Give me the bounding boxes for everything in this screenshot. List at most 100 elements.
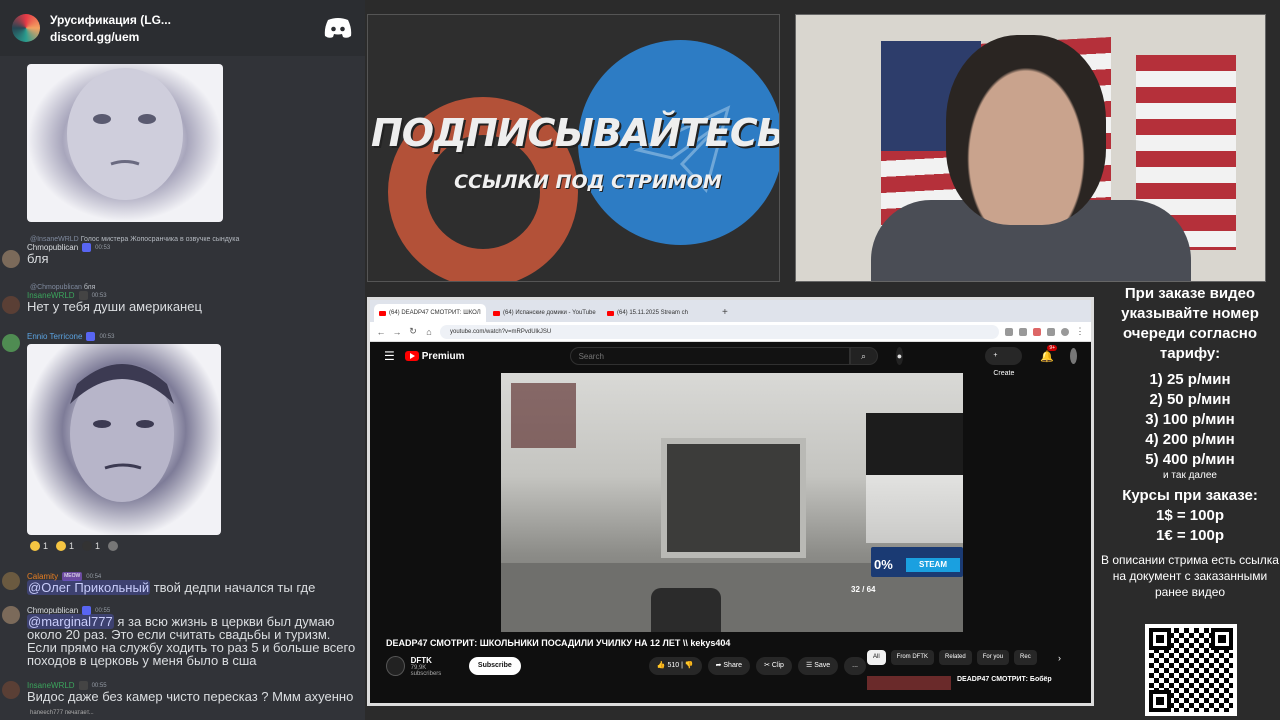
new-tab-button[interactable]: + (716, 304, 734, 322)
rates-title: Курсы при заказе: (1122, 487, 1258, 504)
forward-icon[interactable]: → (392, 327, 402, 337)
tab-label: (64) 15.11.2025 Stream ch (617, 310, 688, 316)
subscribe-button[interactable]: Subscribe (468, 657, 521, 675)
face-icon (56, 541, 67, 551)
save-label: Save (814, 662, 831, 669)
server-invite[interactable]: discord.gg/uem (50, 30, 323, 44)
extension-icon[interactable] (1033, 327, 1041, 336)
chip-related[interactable]: Related (939, 650, 972, 665)
chip-all[interactable]: All (867, 650, 886, 665)
tab-label: (64) DEADP47 СМОТРИТ: ШКОЛ (389, 310, 481, 316)
like-button[interactable]: 👍 510 | 👎 (648, 657, 702, 675)
profile-icon[interactable] (1061, 327, 1069, 336)
browser-tab[interactable]: (64) 15.11.2025 Stream ch (602, 304, 714, 322)
promo-percent: 0% (874, 557, 893, 572)
reaction[interactable]: 1 (56, 541, 74, 551)
url-field[interactable]: youtube.com/watch?v=mRPvdUlkJSU (440, 324, 999, 339)
discord-logo-icon (324, 18, 352, 38)
related-video[interactable]: DEADP47 СМОТРИТ: Бобёр (867, 676, 1052, 690)
search-icon[interactable]: ⌕ (849, 347, 878, 365)
chip-from-channel[interactable]: From DFTK (890, 650, 935, 665)
game-doorway (661, 438, 806, 558)
reply-preview[interactable]: @InsaneWRLD Голос мистера Жопосранчика в… (30, 236, 365, 243)
timestamp: 00:55 (95, 607, 111, 614)
order-info-panel: При заказе видео указывайте номер очеред… (1100, 284, 1280, 600)
search-input[interactable] (569, 347, 850, 365)
filter-chips: All From DFTK Related For you Rec (867, 650, 1037, 665)
chat-message: @InsaneWRLD Голос мистера Жопосранчика в… (0, 236, 365, 268)
reload-icon[interactable]: ↻ (408, 326, 418, 337)
channel-name[interactable]: DFTK (411, 656, 455, 665)
timestamp: 00:54 (86, 573, 102, 580)
extension-icon[interactable] (1005, 327, 1013, 336)
username[interactable]: Ennio Terricone (27, 332, 82, 341)
avatar[interactable] (2, 606, 20, 624)
qr-pattern (1149, 628, 1233, 712)
back-icon[interactable]: ← (376, 327, 386, 337)
reply-user: @InsaneWRLD (30, 236, 79, 243)
reply-user: @Chmopublican (30, 284, 82, 291)
browser-tab[interactable]: (64) Испанские домики - YouTube (488, 304, 600, 322)
save-button[interactable]: ☰ Save (797, 657, 839, 675)
ammo-clip: 32 (851, 585, 860, 594)
reply-preview[interactable]: @Chmopublican бля (30, 284, 365, 291)
description-note: В описании стрима есть ссылка на докумен… (1101, 553, 1279, 599)
channel-avatar[interactable] (386, 656, 405, 676)
role-badge-icon (82, 243, 92, 252)
chat-header: Урусификация (LG... discord.gg/uem (0, 0, 365, 56)
message-text: @Олег Прикольный твой дедпи начался ты г… (27, 580, 365, 595)
related-thumbnail[interactable] (867, 676, 951, 690)
chat-message: @Chmopublican бля InsaneWRLD 00:53 Нет у… (0, 284, 365, 314)
mention[interactable]: @Олег Прикольный (27, 580, 151, 595)
reaction[interactable]: 1 (30, 541, 48, 551)
avatar[interactable] (2, 334, 20, 352)
attached-image-baby[interactable] (27, 64, 223, 222)
chip-for-you[interactable]: For you (976, 650, 1010, 665)
clip-label: Clip (771, 662, 784, 669)
portrait-face-icon (70, 364, 174, 502)
chevron-right-icon[interactable]: › (1058, 653, 1061, 663)
tariff-list: 1) 25 р/мин 2) 50 р/мин 3) 100 р/мин 4) … (1100, 370, 1280, 470)
avatar[interactable] (2, 250, 20, 268)
tab-label: (64) Испанские домики - YouTube (503, 310, 596, 316)
banner-subtitle: ССЫЛКИ ПОД СТРИМОМ (454, 171, 722, 193)
avatar[interactable] (2, 681, 20, 699)
browser-tab[interactable]: (64) DEADP47 СМОТРИТ: ШКОЛ (374, 304, 486, 322)
youtube-logo[interactable]: Premium (404, 350, 465, 362)
like-count: 510 (667, 662, 680, 669)
message-text: Нет у тебя души американец (27, 299, 202, 314)
reactions: 1 1 1 (30, 541, 119, 551)
order-intro: При заказе видео указывайте номер очеред… (1121, 285, 1259, 362)
video-player[interactable]: 0% STEAM 32 / 64 (501, 373, 963, 632)
share-button[interactable]: ➦ Share (707, 657, 751, 675)
weapon-viewmodel (651, 588, 721, 632)
server-meta: Урусификация (LG... discord.gg/uem (50, 13, 323, 44)
ammo-counter: 32 / 64 (851, 585, 876, 594)
reaction[interactable]: 1 (82, 541, 100, 551)
extension-icon[interactable] (1019, 327, 1027, 336)
browser-menu-icon[interactable]: ⋮ (1075, 326, 1085, 337)
youtube-favicon-icon (379, 310, 386, 316)
account-avatar[interactable] (1070, 348, 1077, 364)
avatar[interactable] (2, 572, 20, 590)
add-reaction-button[interactable] (108, 541, 119, 551)
microphone-icon[interactable]: ● (895, 347, 904, 365)
avatar[interactable] (2, 296, 20, 314)
youtube-logo-label: Premium (421, 350, 465, 362)
tariff-item: 5) 400 р/мин (1145, 451, 1235, 468)
extension-icon[interactable] (1047, 327, 1055, 336)
video-title: DEADP47 СМОТРИТ: ШКОЛЬНИКИ ПОСАДИЛИ УЧИЛ… (386, 638, 731, 648)
server-icon[interactable] (12, 14, 40, 42)
menu-icon[interactable]: ☰ (384, 349, 395, 363)
reaction-count: 1 (69, 541, 75, 551)
create-button[interactable]: + Create (985, 347, 1023, 377)
chip-recent[interactable]: Rec (1014, 650, 1037, 665)
notifications-bell-icon[interactable]: 🔔 9+ (1040, 344, 1058, 363)
message-body: твой дедпи начался ты где (150, 580, 316, 595)
home-icon[interactable]: ⌂ (424, 327, 434, 337)
typing-indicator: haneech777 печатает... (0, 706, 365, 720)
related-title[interactable]: DEADP47 СМОТРИТ: Бобёр (957, 676, 1052, 690)
more-actions-button[interactable]: ... (844, 657, 866, 675)
attached-image-portrait[interactable] (27, 344, 221, 535)
clip-button[interactable]: ✂ Clip (756, 657, 792, 675)
